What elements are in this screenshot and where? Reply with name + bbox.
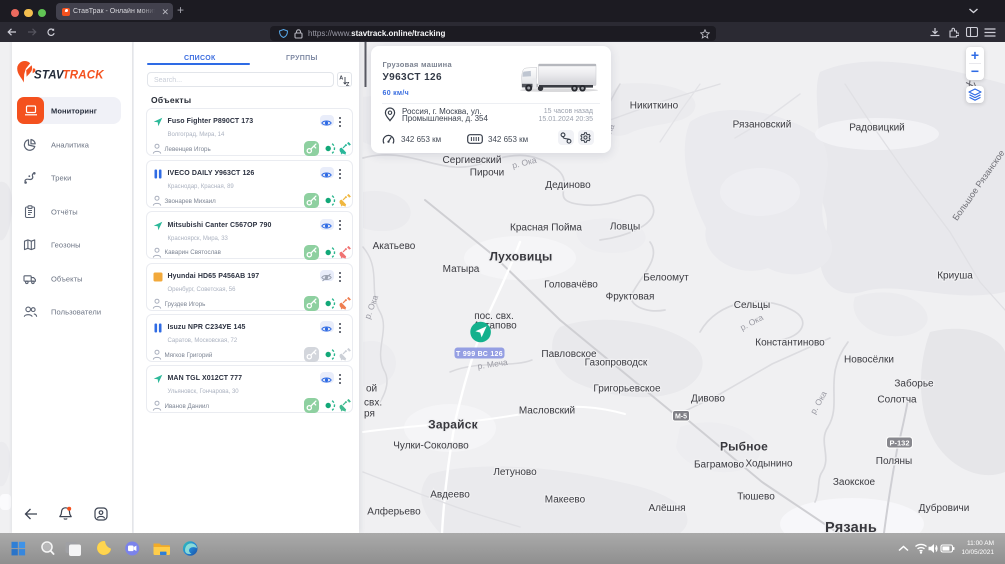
svg-text:Никиткино: Никиткино	[630, 101, 679, 112]
svg-text:Дубровичи: Дубровичи	[919, 502, 970, 514]
svg-text:Зарайск: Зарайск	[428, 418, 478, 432]
svg-text:Акатьево: Акатьево	[373, 241, 416, 252]
svg-text:Масловский: Масловский	[519, 406, 575, 417]
svg-text:Макеево: Макеево	[545, 495, 586, 506]
svg-text:Рязановский: Рязановский	[733, 120, 792, 131]
svg-text:свх.: свх.	[364, 398, 382, 409]
svg-text:TRACK: TRACK	[63, 70, 105, 82]
svg-text:Алферьево: Алферьево	[367, 506, 421, 518]
svg-text:Алёшня: Алёшня	[648, 503, 685, 514]
svg-text:Константиново: Константиново	[755, 338, 825, 349]
svg-text:Заборье: Заборье	[894, 378, 934, 390]
svg-text:Головачёво: Головачёво	[544, 280, 598, 291]
svg-text:Радовицкий: Радовицкий	[849, 123, 904, 134]
svg-text:Новосёлки: Новосёлки	[844, 355, 894, 366]
svg-text:Сельцы: Сельцы	[734, 300, 770, 311]
svg-text:Дединово: Дединово	[545, 180, 591, 191]
svg-text:STAV: STAV	[34, 70, 65, 82]
svg-text:Газопроводск: Газопроводск	[585, 358, 648, 369]
svg-text:Солотча: Солотча	[877, 395, 917, 406]
svg-text:Т 999 ВС 126: Т 999 ВС 126	[456, 351, 503, 358]
svg-text:Чулки-Соколово: Чулки-Соколово	[393, 441, 469, 452]
svg-text:Матыра: Матыра	[443, 264, 480, 275]
svg-text:М-5: М-5	[675, 414, 687, 421]
svg-text:Поляны: Поляны	[876, 456, 913, 467]
svg-text:Луховицы: Луховицы	[490, 250, 553, 264]
svg-text:Рыбное: Рыбное	[720, 440, 768, 454]
svg-text:Белоомут: Белоомут	[643, 273, 689, 284]
svg-text:Рязань: Рязань	[825, 520, 877, 533]
svg-text:Тюшево: Тюшево	[737, 492, 775, 503]
svg-text:ря: ря	[364, 409, 375, 420]
svg-text:Авдеево: Авдеево	[430, 490, 470, 501]
svg-text:Красная Пойма: Красная Пойма	[510, 223, 582, 234]
svg-text:Баграмово: Баграмово	[694, 460, 745, 471]
svg-text:Григорьевское: Григорьевское	[593, 384, 661, 395]
svg-text:ой: ой	[366, 384, 377, 395]
svg-text:Р-132: Р-132	[889, 439, 909, 448]
svg-text:Фруктовая: Фруктовая	[606, 292, 655, 303]
svg-text:Ходынино: Ходынино	[745, 459, 793, 470]
svg-text:Сергиевский: Сергиевский	[443, 155, 502, 166]
svg-text:Летуново: Летуново	[493, 467, 537, 478]
svg-text:Ловцы: Ловцы	[610, 222, 640, 233]
svg-text:Дивово: Дивово	[691, 394, 725, 405]
svg-text:Криуша: Криуша	[937, 271, 973, 282]
svg-text:Пирочи: Пирочи	[470, 168, 504, 179]
svg-text:Заокское: Заокское	[833, 477, 876, 488]
